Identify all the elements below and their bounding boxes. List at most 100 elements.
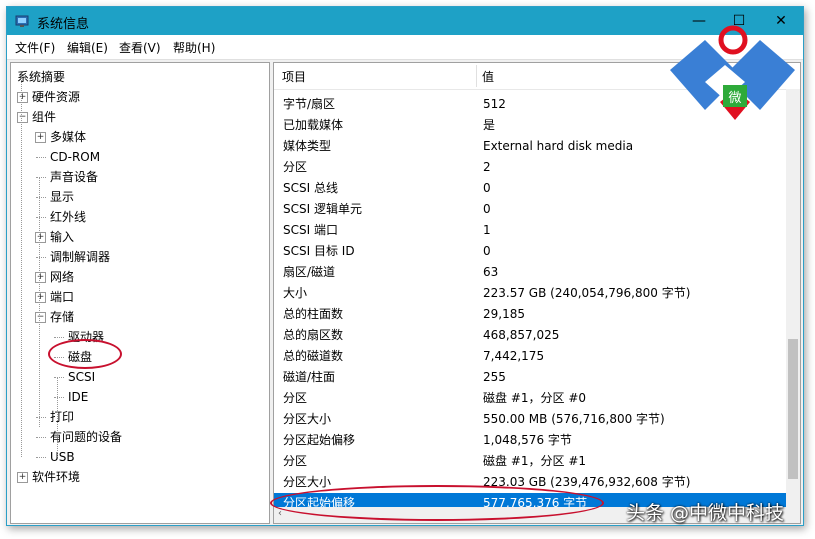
- tree-guide-line: [21, 77, 22, 457]
- window-title: 系统信息: [37, 17, 90, 32]
- tree-item[interactable]: 有问题的设备: [36, 427, 123, 447]
- table-row[interactable]: SCSI 端口 1: [274, 220, 786, 241]
- tree-item[interactable]: + 端口: [35, 287, 74, 307]
- row-value: 是: [483, 118, 496, 132]
- tree-item-label: 打印: [50, 410, 75, 424]
- table-row[interactable]: 扇区/磁道 63: [274, 262, 786, 283]
- table-row[interactable]: 磁道/柱面 255: [274, 367, 786, 388]
- expand-icon[interactable]: +: [17, 92, 28, 103]
- row-item: 总的柱面数: [283, 307, 344, 321]
- tree-item-label: 软件环境: [32, 470, 81, 484]
- table-row[interactable]: 分区 2: [274, 157, 786, 178]
- column-header-item[interactable]: 项目: [282, 68, 306, 85]
- tree-item-label: SCSI: [68, 370, 96, 384]
- tree-item[interactable]: CD-ROM: [36, 147, 100, 167]
- expand-icon[interactable]: +: [35, 272, 46, 283]
- collapse-icon[interactable]: −: [35, 312, 46, 323]
- row-item: 分区: [283, 454, 308, 468]
- tree-connector: [36, 217, 46, 218]
- table-row[interactable]: 总的柱面数 29,185: [274, 304, 786, 325]
- tree-item[interactable]: 红外线: [36, 207, 86, 227]
- expand-icon[interactable]: +: [35, 232, 46, 243]
- tree-guide-line: [57, 377, 58, 457]
- menu-help[interactable]: 帮助(H): [173, 39, 215, 56]
- table-row[interactable]: 大小 223.57 GB (240,054,796,800 字节): [274, 283, 786, 304]
- tree-item[interactable]: + 多媒体: [35, 127, 86, 147]
- row-value: 29,185: [483, 307, 525, 321]
- table-row[interactable]: SCSI 总线 0: [274, 178, 786, 199]
- tree-item[interactable]: + 输入: [35, 227, 74, 247]
- tree-item[interactable]: − 组件: [17, 107, 56, 127]
- column-header-value[interactable]: 值: [482, 68, 494, 85]
- tree-item-label: 端口: [50, 290, 75, 304]
- brand-logo-icon: 微: [670, 25, 795, 120]
- menu-edit[interactable]: 编辑(E): [67, 39, 108, 56]
- tree-item-label: IDE: [68, 390, 89, 404]
- expand-icon[interactable]: +: [35, 132, 46, 143]
- row-item: 已加载媒体: [283, 118, 344, 132]
- tree-item-label: 有问题的设备: [50, 430, 123, 444]
- row-value: 63: [483, 265, 499, 279]
- menu-file[interactable]: 文件(F): [15, 39, 55, 56]
- tree-item-label: 系统摘要: [17, 70, 66, 84]
- table-row[interactable]: SCSI 逻辑单元 0: [274, 199, 786, 220]
- highlight-ellipse-disk: [48, 339, 122, 369]
- table-row[interactable]: 分区 磁盘 #1，分区 #1: [274, 451, 786, 472]
- tree-item[interactable]: 系统摘要: [17, 67, 65, 87]
- table-row[interactable]: 分区 磁盘 #1，分区 #0: [274, 388, 786, 409]
- table-row[interactable]: 总的扇区数 468,857,025: [274, 325, 786, 346]
- category-tree: 系统摘要 + 硬件资源 − 组件 + 多媒体 CD-ROM 声音设备 显示 红外线 + 输入 调制解调器 +…: [10, 62, 270, 524]
- tree-connector: [36, 177, 46, 178]
- expand-icon[interactable]: +: [17, 472, 28, 483]
- tree-connector: [36, 157, 46, 158]
- row-item: 字节/扇区: [283, 97, 336, 111]
- expand-icon[interactable]: +: [35, 292, 46, 303]
- row-value: 0: [483, 181, 491, 195]
- table-row[interactable]: 分区起始偏移 1,048,576 字节: [274, 430, 786, 451]
- tree-item[interactable]: 调制解调器: [36, 247, 110, 267]
- tree-item[interactable]: + 软件环境: [17, 467, 80, 487]
- row-item: 分区: [283, 160, 308, 174]
- tree-item[interactable]: 显示: [36, 187, 75, 207]
- tree-item-label: 显示: [50, 190, 75, 204]
- menu-view[interactable]: 查看(V): [119, 39, 161, 56]
- vertical-scrollbar[interactable]: [786, 89, 800, 507]
- table-row[interactable]: 总的磁道数 7,442,175: [274, 346, 786, 367]
- row-item: SCSI 总线: [283, 181, 338, 195]
- row-value: 512: [483, 97, 506, 111]
- system-info-app-icon: [15, 15, 29, 27]
- tree-connector: [36, 257, 46, 258]
- vertical-scroll-thumb[interactable]: [788, 339, 798, 479]
- tree-item[interactable]: IDE: [54, 387, 89, 407]
- tree-connector: [54, 337, 64, 338]
- row-item: SCSI 端口: [283, 223, 338, 237]
- tree-connector: [36, 197, 46, 198]
- row-value: 1: [483, 223, 491, 237]
- row-value: 1,048,576 字节: [483, 433, 572, 447]
- tree-item[interactable]: 打印: [36, 407, 75, 427]
- collapse-icon[interactable]: −: [17, 112, 28, 123]
- tree-item[interactable]: − 存储: [35, 307, 74, 327]
- tree-item[interactable]: + 网络: [35, 267, 74, 287]
- tree-item-label: 声音设备: [50, 170, 99, 184]
- tree-connector: [36, 437, 46, 438]
- tree-connector: [54, 397, 64, 398]
- row-item: 分区: [283, 391, 308, 405]
- tree-item[interactable]: 声音设备: [36, 167, 99, 187]
- tree-item[interactable]: USB: [36, 447, 75, 467]
- row-item: 总的磁道数: [283, 349, 344, 363]
- table-row[interactable]: 分区大小 550.00 MB (576,716,800 字节): [274, 409, 786, 430]
- row-value: 磁盘 #1，分区 #1: [483, 454, 587, 468]
- table-row[interactable]: SCSI 目标 ID 0: [274, 241, 786, 262]
- row-item: SCSI 逻辑单元: [283, 202, 362, 216]
- row-value: 2: [483, 160, 491, 174]
- highlight-ellipse-offset: [270, 485, 604, 521]
- row-value: 550.00 MB (576,716,800 字节): [483, 412, 665, 426]
- row-item: 媒体类型: [283, 139, 332, 153]
- column-separator[interactable]: [476, 65, 477, 87]
- logo-char: 微: [728, 91, 741, 106]
- tree-item[interactable]: + 硬件资源: [17, 87, 80, 107]
- row-value: External hard disk media: [483, 139, 634, 153]
- tree-item[interactable]: SCSI: [54, 367, 96, 387]
- row-item: 分区大小: [283, 412, 332, 426]
